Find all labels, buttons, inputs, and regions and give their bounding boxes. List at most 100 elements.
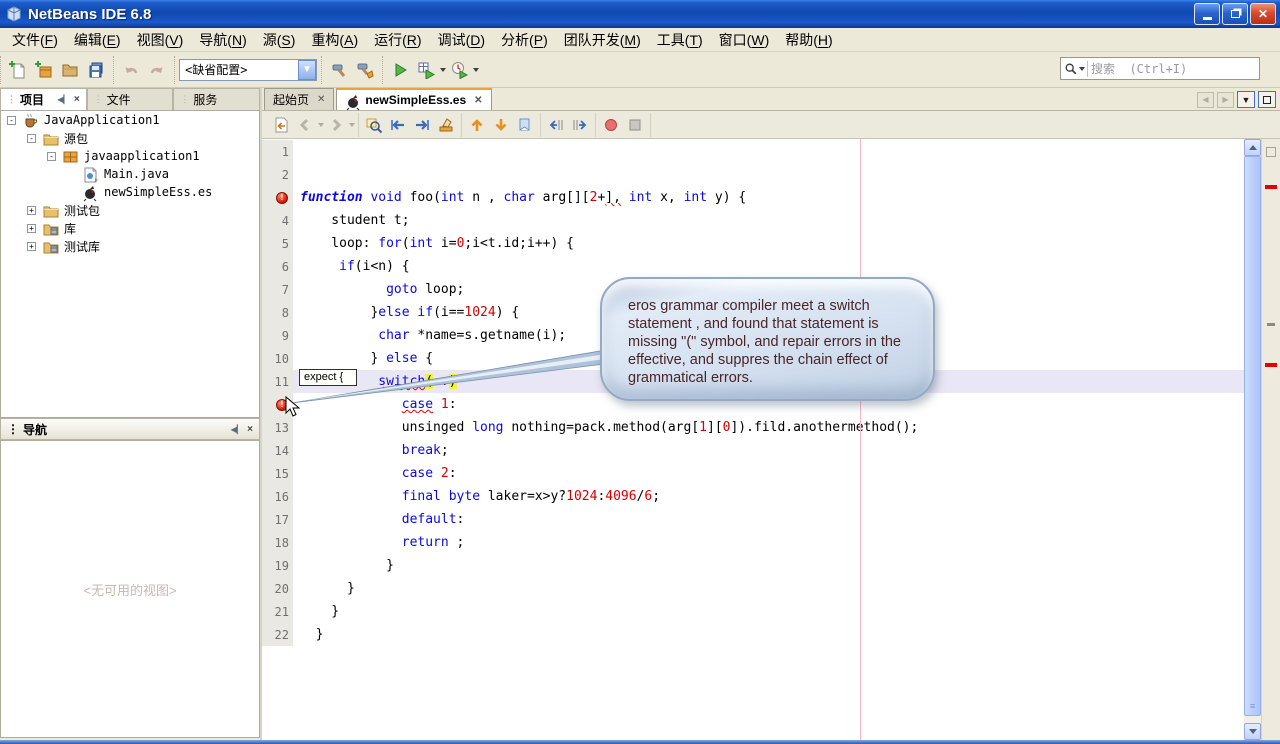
menu-item-1[interactable]: 编辑(E)	[66, 28, 129, 52]
code-line-16[interactable]: 16 final byte laker=x>y?1024:4096/6;	[262, 485, 1244, 508]
dock-icon[interactable]: ◀▏	[58, 95, 70, 104]
close-panel-icon[interactable]: ×	[74, 94, 80, 105]
scrollbar-thumb[interactable]: ≡	[1244, 156, 1261, 716]
menu-item-11[interactable]: 窗口(W)	[711, 28, 778, 52]
menu-item-9[interactable]: 团队开发(M)	[556, 28, 649, 52]
code-line-19[interactable]: 19 }	[262, 554, 1244, 577]
code-line-18[interactable]: 18 return ;	[262, 531, 1244, 554]
code-editor[interactable]: 12!function void foo(int n , char arg[][…	[262, 139, 1280, 740]
stripe-error-mark[interactable]	[1265, 363, 1277, 367]
next-occurrence-button[interactable]	[410, 113, 434, 137]
stripe-caret-mark[interactable]	[1267, 323, 1275, 326]
toggle-bookmark-button[interactable]	[513, 113, 537, 137]
undo-button[interactable]	[118, 57, 144, 83]
code-line-21[interactable]: 21 }	[262, 600, 1244, 623]
search-input[interactable]	[1091, 60, 1259, 78]
clean-build-button[interactable]	[352, 57, 378, 83]
stripe-error-mark[interactable]	[1265, 185, 1277, 189]
menu-item-10[interactable]: 工具(T)	[649, 28, 711, 52]
tree-expander[interactable]: -	[47, 152, 56, 161]
editor-tab-1[interactable]: newSimpleEss.es✕	[336, 88, 491, 110]
menu-item-12[interactable]: 帮助(H)	[777, 28, 840, 52]
combo-dropdown-button[interactable]: ▼	[298, 60, 316, 80]
run-button[interactable]	[387, 57, 413, 83]
shift-left-button[interactable]	[544, 113, 568, 137]
shift-right-button[interactable]	[568, 113, 592, 137]
open-project-button[interactable]	[57, 57, 83, 83]
back-button[interactable]	[293, 113, 317, 137]
new-project-button[interactable]	[31, 57, 57, 83]
save-all-button[interactable]	[83, 57, 109, 83]
dock-icon[interactable]: ◀▏	[231, 425, 243, 434]
profile-button[interactable]	[446, 57, 472, 83]
menu-item-0[interactable]: 文件(F)	[4, 28, 66, 52]
configuration-combobox[interactable]: <缺省配置>▼	[179, 59, 317, 81]
code-line-5[interactable]: 5 loop: for(int i=0;i<t.id;i++) {	[262, 232, 1244, 255]
close-tab-icon[interactable]: ✕	[474, 95, 482, 106]
forward-dropdown-arrow[interactable]	[349, 123, 355, 127]
maximize-editor-icon[interactable]	[1258, 91, 1276, 108]
build-button[interactable]	[326, 57, 352, 83]
code-line-14[interactable]: 14 break;	[262, 439, 1244, 462]
error-annotation-icon[interactable]: !	[262, 393, 293, 416]
menu-item-7[interactable]: 调试(D)	[430, 28, 493, 52]
code-line-15[interactable]: 15 case 2:	[262, 462, 1244, 485]
last-edit-position-button[interactable]	[269, 113, 293, 137]
tree-item-测试库[interactable]: +测试库	[1, 237, 259, 255]
tree-expander[interactable]: +	[27, 206, 36, 215]
error-annotation-icon[interactable]: !	[262, 186, 293, 209]
tree-expander[interactable]: +	[27, 242, 36, 251]
tab-list-dropdown-icon[interactable]: ▼	[1237, 91, 1255, 108]
redo-button[interactable]	[144, 57, 170, 83]
record-macro-button[interactable]	[599, 113, 623, 137]
code-line-3[interactable]: !function void foo(int n , char arg[][2+…	[262, 186, 1244, 209]
tree-item-库[interactable]: +库	[1, 219, 259, 237]
menu-item-8[interactable]: 分析(P)	[493, 28, 556, 52]
menu-item-6[interactable]: 运行(R)	[366, 28, 429, 52]
code-line-13[interactable]: 13 unsinged long nothing=pack.method(arg…	[262, 416, 1244, 439]
toggle-highlight-button[interactable]	[434, 113, 458, 137]
forward-button[interactable]	[324, 113, 348, 137]
previous-occurrence-button[interactable]	[386, 113, 410, 137]
stop-macro-button[interactable]	[623, 113, 647, 137]
menu-item-2[interactable]: 视图(V)	[129, 28, 192, 52]
previous-bookmark-button[interactable]	[465, 113, 489, 137]
tree-item-测试包[interactable]: +测试包	[1, 201, 259, 219]
panel-tab-0[interactable]: ⋮项目◀▏×	[0, 88, 87, 110]
tree-expander[interactable]: +	[27, 224, 36, 233]
vertical-scrollbar[interactable]: ≡	[1244, 139, 1261, 740]
new-file-button[interactable]	[5, 57, 31, 83]
tree-expander[interactable]: -	[27, 134, 36, 143]
scroll-tabs-right-icon[interactable]: ▶	[1217, 92, 1234, 108]
tree-item-newSimpleEss.es[interactable]: newSimpleEss.es	[1, 183, 259, 201]
tree-item-JavaApplication1[interactable]: -JavaApplication1	[1, 111, 259, 129]
scroll-tabs-left-icon[interactable]: ◀	[1197, 92, 1214, 108]
code-line-20[interactable]: 20 }	[262, 577, 1244, 600]
panel-tab-2[interactable]: ⋮服务	[173, 88, 260, 110]
code-line-6[interactable]: 6 if(i<n) {	[262, 255, 1244, 278]
close-button[interactable]: ✕	[1250, 3, 1276, 25]
find-selection-button[interactable]	[362, 113, 386, 137]
menu-item-3[interactable]: 导航(N)	[191, 28, 254, 52]
debug-button[interactable]	[413, 57, 439, 83]
scroll-up-button[interactable]	[1244, 139, 1261, 156]
restore-button[interactable]	[1222, 3, 1248, 25]
tree-expander[interactable]: -	[7, 116, 16, 125]
editor-tab-0[interactable]: 起始页✕	[264, 88, 334, 110]
scroll-down-button[interactable]	[1244, 723, 1261, 740]
code-line-17[interactable]: 17 default:	[262, 508, 1244, 531]
code-line-4[interactable]: 4 student t;	[262, 209, 1244, 232]
menu-item-4[interactable]: 源(S)	[255, 28, 304, 52]
close-tab-icon[interactable]: ✕	[317, 94, 325, 105]
menu-item-5[interactable]: 重构(A)	[303, 28, 366, 52]
search-icon[interactable]	[1064, 62, 1085, 76]
minimize-button[interactable]	[1194, 3, 1220, 25]
code-line-1[interactable]: 1	[262, 140, 1244, 163]
tree-item-源包[interactable]: -源包	[1, 129, 259, 147]
profile-dropdown-arrow[interactable]	[473, 68, 479, 72]
code-line-2[interactable]: 2	[262, 163, 1244, 186]
code-line-22[interactable]: 22 }	[262, 623, 1244, 646]
next-bookmark-button[interactable]	[489, 113, 513, 137]
close-panel-icon[interactable]: ×	[247, 424, 253, 435]
tree-item-javaapplication1[interactable]: -javaapplication1	[1, 147, 259, 165]
